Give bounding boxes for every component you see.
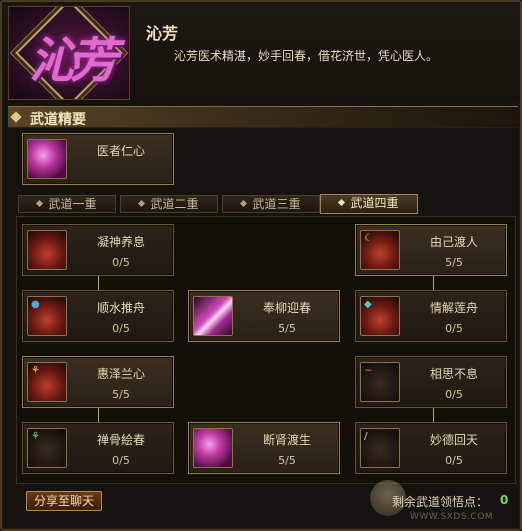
flame-glyph: ◆ xyxy=(364,299,372,310)
tab-bullet-icon xyxy=(240,199,248,208)
skill-level: 0/5 xyxy=(445,454,463,467)
orchid-icon: ⚘ xyxy=(27,362,67,402)
tab-label: 武道一重 xyxy=(48,197,97,211)
skill-level: 0/5 xyxy=(445,322,463,335)
swirl-glyph: ~ xyxy=(364,365,373,376)
spirit-glyph: ⚘ xyxy=(31,431,40,442)
blade-icon: / xyxy=(360,428,400,468)
tab-label: 武道二重 xyxy=(150,197,199,211)
skill-level: 0/5 xyxy=(112,322,130,335)
crescent-icon: ☾ xyxy=(360,230,400,270)
blade-glyph: / xyxy=(364,431,368,442)
skill-name: 由己渡人 xyxy=(429,235,478,249)
skill-name: 凝神养息 xyxy=(96,235,145,249)
watermark-url: WWW.SXDS.COM xyxy=(410,512,494,522)
skill-card[interactable]: ◆ 情解莲舟 0/5 xyxy=(355,290,507,342)
remaining-points-label: 剩余武道领悟点： xyxy=(392,495,489,509)
orchid-glyph: ⚘ xyxy=(31,365,40,376)
remaining-points-value: 0 xyxy=(500,493,509,507)
tier-tabs: 武道一重 武道二重 武道三重 武道四重 xyxy=(18,194,518,215)
character-description: 沁芳医术精湛，妙手回春，借花济世，凭心医人。 xyxy=(174,49,439,63)
teal-flame-icon: ◆ xyxy=(360,296,400,336)
red-scroll-icon xyxy=(27,230,67,270)
tab-bullet-icon xyxy=(36,199,44,208)
skill-card[interactable]: ~ 相思不息 0/5 xyxy=(355,356,507,408)
tab-tier-1[interactable]: 武道一重 xyxy=(18,195,116,213)
core-skill-name: 医者仁心 xyxy=(96,144,145,158)
tab-label: 武道四重 xyxy=(350,196,399,210)
section-header: 武道精要 xyxy=(8,106,518,128)
skill-name: 禅骨絵春 xyxy=(96,433,145,447)
skill-level: 0/5 xyxy=(112,256,130,269)
core-skill-card[interactable]: 医者仁心 xyxy=(22,133,174,185)
diamond-bullet-icon xyxy=(10,111,22,123)
skill-name: 惠泽兰心 xyxy=(96,367,145,381)
heart-lotus-icon xyxy=(27,139,67,179)
magic-staff-icon xyxy=(193,296,233,336)
skill-card[interactable]: ☾ 由己渡人 5/5 xyxy=(355,224,507,276)
character-header: 沁芳 沁芳 沁芳医术精湛，妙手回春，借花济世，凭心医人。 xyxy=(4,4,520,100)
emblem-calligraphy: 沁芳 xyxy=(29,33,118,89)
tree-connector xyxy=(433,276,434,290)
tab-bullet-icon xyxy=(138,199,146,208)
section-title: 武道精要 xyxy=(30,112,86,128)
skill-card[interactable]: 断肾渡生 5/5 xyxy=(188,422,340,474)
red-swirl-icon: ~ xyxy=(360,362,400,402)
skill-name: 情解莲舟 xyxy=(429,301,478,315)
skill-level: 5/5 xyxy=(278,454,296,467)
tab-bullet-icon xyxy=(338,198,346,207)
tab-tier-3[interactable]: 武道三重 xyxy=(222,195,320,213)
skill-level: 5/5 xyxy=(445,256,463,269)
skill-level: 5/5 xyxy=(112,388,130,401)
skill-card[interactable]: ⚘ 惠泽兰心 5/5 xyxy=(22,356,174,408)
skill-level: 0/5 xyxy=(112,454,130,467)
tab-tier-2[interactable]: 武道二重 xyxy=(120,195,218,213)
pink-blossom-icon xyxy=(193,428,233,468)
blue-orb-icon: ● xyxy=(27,296,67,336)
crescent-glyph: ☾ xyxy=(364,233,373,244)
tree-connector xyxy=(98,276,99,290)
share-to-chat-button[interactable]: 分享至聊天 xyxy=(26,491,102,511)
skill-name: 顺水推舟 xyxy=(96,301,145,315)
tab-tier-4[interactable]: 武道四重 xyxy=(320,194,418,214)
skill-name: 妙德回天 xyxy=(429,433,478,447)
skill-name: 断肾渡生 xyxy=(262,433,311,447)
skill-card[interactable]: / 妙德回天 0/5 xyxy=(355,422,507,474)
skill-card[interactable]: 凝神养息 0/5 xyxy=(22,224,174,276)
skill-name: 奉柳迎春 xyxy=(262,301,311,315)
character-emblem: 沁芳 xyxy=(8,6,130,100)
skill-window: 沁芳 沁芳 沁芳医术精湛，妙手回春，借花济世，凭心医人。 武道精要 医者仁心 武… xyxy=(0,0,522,531)
skill-card[interactable]: ⚘ 禅骨絵春 0/5 xyxy=(22,422,174,474)
tree-connector xyxy=(433,408,434,422)
skill-name: 相思不息 xyxy=(429,367,478,381)
character-name: 沁芳 xyxy=(146,24,179,43)
skill-level: 0/5 xyxy=(445,388,463,401)
orb-glyph: ● xyxy=(31,299,40,310)
tree-connector xyxy=(98,408,99,422)
skill-level: 5/5 xyxy=(278,322,296,335)
skill-card[interactable]: 奉柳迎春 5/5 xyxy=(188,290,340,342)
tab-label: 武道三重 xyxy=(252,197,301,211)
green-spirit-icon: ⚘ xyxy=(27,428,67,468)
skill-card[interactable]: ● 顺水推舟 0/5 xyxy=(22,290,174,342)
